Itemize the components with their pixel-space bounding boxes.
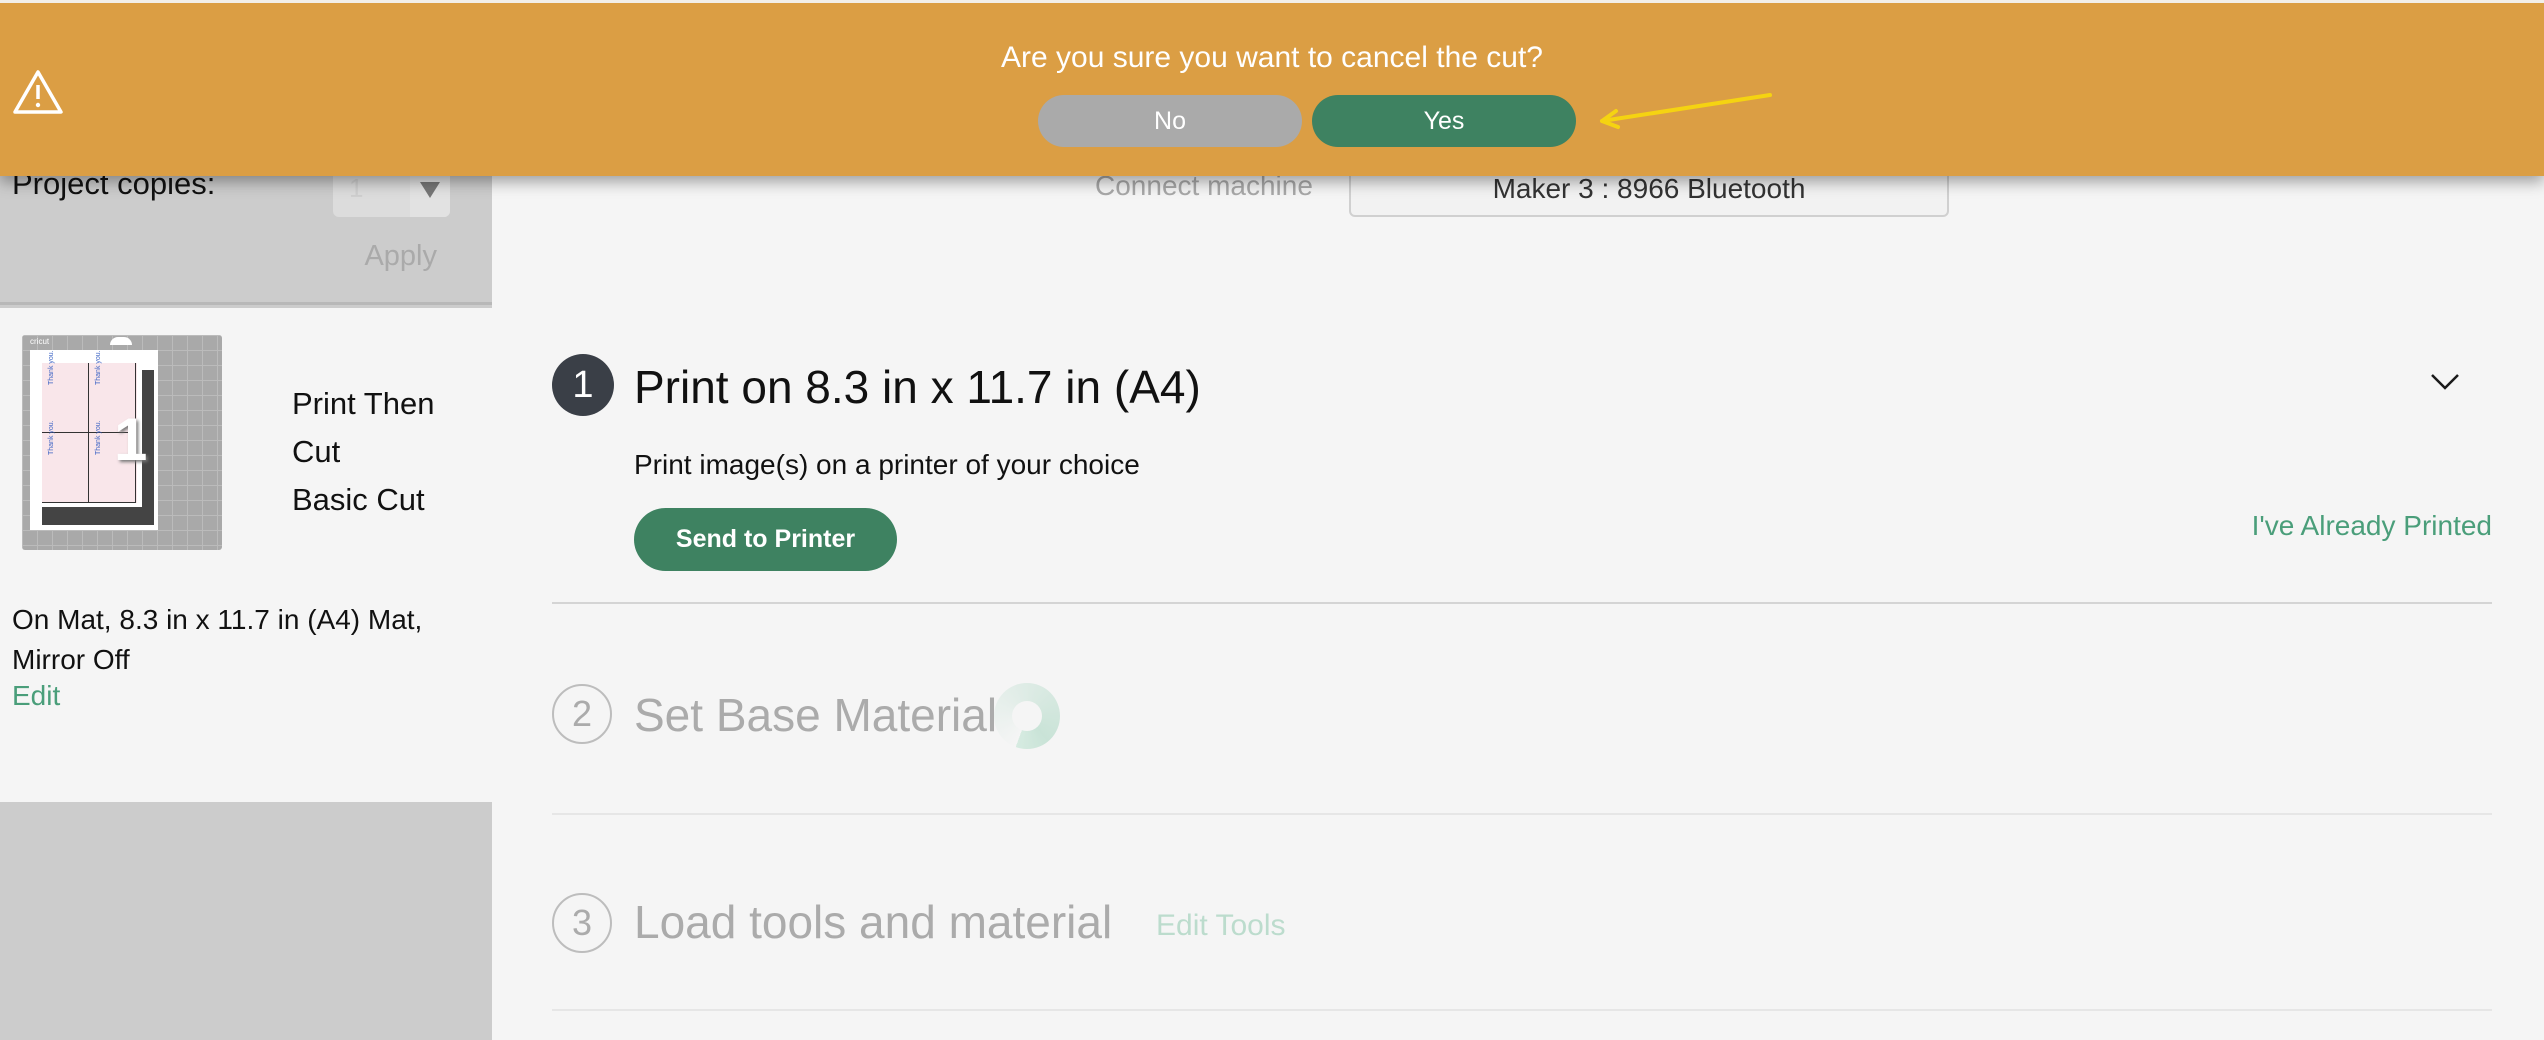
divider xyxy=(552,602,2492,604)
mat-name-line: Print Then xyxy=(292,386,435,421)
step-number-badge: 1 xyxy=(552,354,614,416)
mat-name-line: Cut xyxy=(292,434,341,469)
mat-edit-link[interactable]: Edit xyxy=(12,680,60,712)
loading-spinner-icon xyxy=(994,683,1060,749)
step-title: Load tools and material xyxy=(634,896,1113,948)
yes-button[interactable]: Yes xyxy=(1312,95,1576,147)
mat-name-line: Basic Cut xyxy=(292,482,425,517)
edit-tools-link[interactable]: Edit Tools xyxy=(1156,909,1286,943)
already-printed-link[interactable]: I've Already Printed xyxy=(2252,510,2492,542)
divider xyxy=(552,1009,2492,1011)
mat-notch xyxy=(110,337,132,345)
mat-number: 1 xyxy=(114,406,148,473)
mat-info: On Mat, 8.3 in x 11.7 in (A4) Mat, Mirro… xyxy=(12,604,423,675)
tile-text: Thank you. xyxy=(95,420,102,455)
annotation-arrow-icon xyxy=(1600,93,1772,129)
warning-triangle-icon xyxy=(13,70,63,114)
mat-panel: cricut Thank you. Thank you. Thank you. … xyxy=(0,308,492,802)
tile-text: Thank you. xyxy=(48,420,55,455)
banner-message: Are you sure you want to cancel the cut? xyxy=(1001,41,1543,74)
caret-down-icon xyxy=(420,182,440,198)
step-title: Print on 8.3 in x 11.7 in (A4) xyxy=(634,361,1201,413)
top-strip xyxy=(0,0,2544,3)
registration-mark-horizontal xyxy=(42,507,154,525)
project-copies-value: 1 xyxy=(349,173,364,203)
mat-thumbnail[interactable]: cricut Thank you. Thank you. Thank you. … xyxy=(22,335,222,550)
send-to-printer-button[interactable]: Send to Printer xyxy=(634,508,897,571)
mat-name: Print Then Cut Basic Cut xyxy=(292,380,434,524)
tile-text: Thank you. xyxy=(48,350,55,385)
step-title: Set Base Material xyxy=(634,689,998,741)
tile-text: Thank you. xyxy=(95,350,102,385)
print-tile: Thank you. xyxy=(42,420,89,503)
step-number-badge: 2 xyxy=(552,684,612,744)
mat-brand: cricut xyxy=(30,337,50,346)
no-button[interactable]: No xyxy=(1038,95,1302,147)
divider xyxy=(552,813,2492,815)
apply-button[interactable]: Apply xyxy=(364,240,437,273)
step-number-badge: 3 xyxy=(552,893,612,953)
cancel-confirmation-banner: Are you sure you want to cancel the cut?… xyxy=(0,3,2544,176)
step-description: Print image(s) on a printer of your choi… xyxy=(634,449,1140,480)
chevron-down-icon[interactable] xyxy=(2430,372,2460,392)
